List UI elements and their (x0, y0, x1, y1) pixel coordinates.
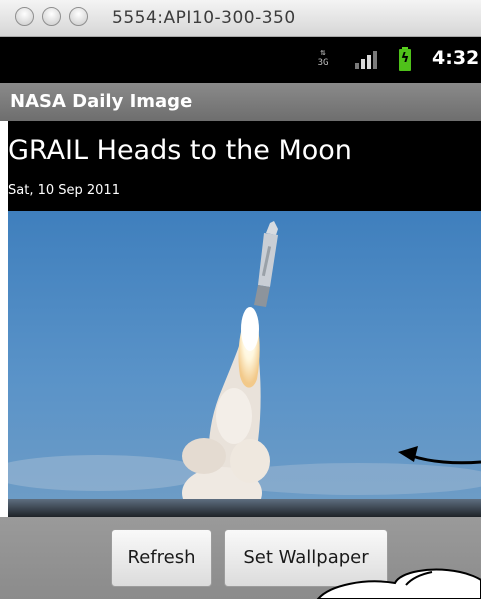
rocket-launch-image (8, 211, 481, 517)
button-bar: Refresh Set Wallpaper (0, 517, 481, 599)
signal-icon (355, 51, 377, 69)
refresh-button[interactable]: Refresh (111, 529, 212, 587)
image-headline: GRAIL Heads to the Moon (8, 135, 352, 166)
app-title-bar: NASA Daily Image (0, 83, 481, 121)
app-title: NASA Daily Image (10, 91, 193, 112)
status-bar: ⇅ 3G ϟ 4:32 (0, 37, 481, 83)
image-date: Sat, 10 Sep 2011 (8, 183, 120, 198)
network-3g-icon: ⇅ 3G (317, 48, 329, 68)
emulator-window-titlebar: 5554:API10-300-350 (0, 0, 481, 37)
window-title: 5554:API10-300-350 (112, 8, 296, 28)
window-zoom-button[interactable] (69, 7, 88, 26)
status-time: 4:32 (432, 47, 480, 69)
window-minimize-button[interactable] (42, 7, 61, 26)
main-content: GRAIL Heads to the Moon Sat, 10 Sep 2011 (8, 121, 481, 517)
window-close-button[interactable] (15, 7, 34, 26)
set-wallpaper-button[interactable]: Set Wallpaper (224, 529, 388, 587)
battery-charging-icon: ϟ (399, 47, 411, 71)
